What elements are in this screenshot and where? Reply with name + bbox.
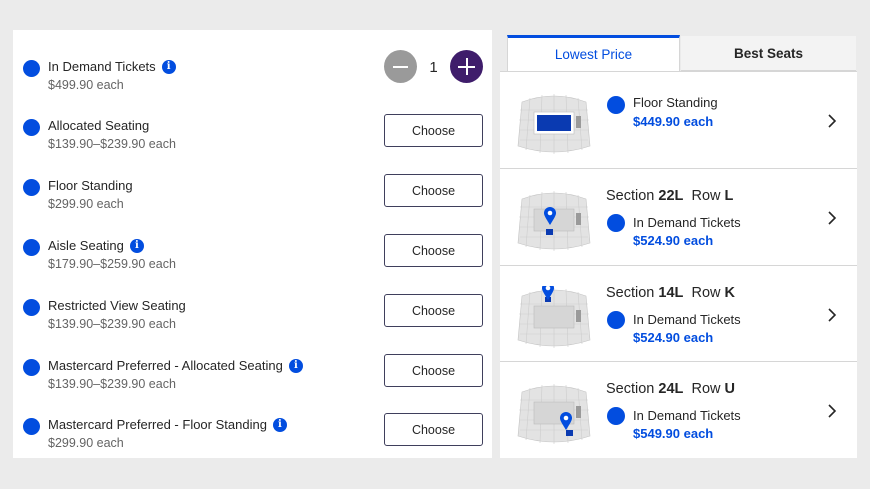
- ticket-price: $139.90–$239.90 each: [48, 377, 176, 391]
- row-word: Row: [691, 188, 721, 204]
- ticket-dot-icon: [23, 418, 40, 435]
- ticket-row-floor-standing: Floor Standing $299.90 each Choose: [13, 172, 492, 222]
- ticket-dot-icon: [607, 96, 625, 114]
- row-word: Row: [691, 285, 721, 301]
- section-value: 14L: [658, 285, 684, 301]
- listing-item[interactable]: Floor Standing $449.90 each: [500, 71, 857, 168]
- ticket-name: Restricted View Seating: [48, 298, 186, 313]
- seat-map-thumbnail: [517, 286, 591, 348]
- listing-section-row: Section 14L Row K: [606, 285, 735, 301]
- listing-item[interactable]: Section 24L Row U In Demand Tickets $549…: [500, 361, 857, 458]
- ticket-dot-icon: [23, 119, 40, 136]
- section-word: Section: [606, 381, 655, 397]
- ticket-dot-icon: [607, 407, 625, 425]
- ticket-row-in-demand: In Demand Tickets i $499.90 each 1: [13, 50, 492, 103]
- tab-lowest-price[interactable]: Lowest Price: [507, 35, 680, 71]
- listings-panel: Lowest Price Best Seats Floor Standing $…: [500, 30, 857, 458]
- section-value: 22L: [658, 188, 684, 204]
- chevron-right-icon: [828, 308, 837, 322]
- listing-section-row: Section 22L Row L: [606, 188, 733, 204]
- quantity-value: 1: [429, 59, 438, 76]
- ticket-types-panel: In Demand Tickets i $499.90 each 1 Alloc…: [13, 30, 492, 458]
- ticket-row-restricted-view: Restricted View Seating $139.90–$239.90 …: [13, 292, 492, 342]
- ticket-dot-icon: [23, 359, 40, 376]
- minus-icon: [393, 65, 408, 68]
- section-value: 24L: [658, 381, 684, 397]
- ticket-row-mastercard-floor: Mastercard Preferred - Floor Standing i …: [13, 411, 492, 461]
- listing-section-row: Section 24L Row U: [606, 381, 735, 397]
- listing-type: In Demand Tickets: [633, 312, 741, 327]
- ticket-price: $499.90 each: [48, 78, 124, 92]
- ticket-dot-icon: [23, 179, 40, 196]
- ticket-dot-icon: [23, 239, 40, 256]
- choose-button[interactable]: Choose: [384, 294, 483, 327]
- ticket-price: $299.90 each: [48, 197, 124, 211]
- ticket-price: $139.90–$239.90 each: [48, 137, 176, 151]
- ticket-dot-icon: [607, 214, 625, 232]
- seat-map-thumbnail: [517, 94, 591, 154]
- ticket-row-allocated-seating: Allocated Seating $139.90–$239.90 each C…: [13, 112, 492, 162]
- sort-tabs: Lowest Price Best Seats: [500, 30, 857, 71]
- ticket-name: Mastercard Preferred - Floor Standing: [48, 417, 267, 432]
- seat-map-thumbnail: [517, 384, 591, 444]
- floor-highlight: [537, 115, 571, 131]
- listing-item[interactable]: Section 14L Row K In Demand Tickets $524…: [500, 265, 857, 362]
- row-value: K: [724, 285, 735, 301]
- ticket-name: Allocated Seating: [48, 118, 150, 133]
- listing-type: In Demand Tickets: [633, 408, 741, 423]
- listing-price: $524.90 each: [633, 330, 714, 345]
- seat-map-thumbnail: [517, 191, 591, 251]
- listing-item[interactable]: Section 22L Row L In Demand Tickets $524…: [500, 168, 857, 265]
- choose-button[interactable]: Choose: [384, 354, 483, 387]
- ticket-price: $299.90 each: [48, 436, 124, 450]
- choose-button[interactable]: Choose: [384, 413, 483, 446]
- decrease-quantity-button[interactable]: [384, 50, 417, 83]
- ticket-row-aisle-seating: Aisle Seating i $179.90–$259.90 each Cho…: [13, 232, 492, 282]
- listing-type: In Demand Tickets: [633, 215, 741, 230]
- chevron-right-icon: [828, 114, 837, 128]
- ticket-price: $139.90–$239.90 each: [48, 317, 176, 331]
- row-value: U: [724, 381, 735, 397]
- info-icon[interactable]: i: [161, 59, 176, 74]
- info-icon[interactable]: i: [288, 358, 303, 373]
- listing-price: $449.90 each: [633, 114, 714, 129]
- row-value: L: [724, 188, 734, 204]
- chevron-right-icon: [828, 404, 837, 418]
- ticket-dot-icon: [607, 311, 625, 329]
- ticket-name: Floor Standing: [48, 178, 133, 193]
- ticket-price: $179.90–$259.90 each: [48, 257, 176, 271]
- listing-price: $549.90 each: [633, 426, 714, 441]
- choose-button[interactable]: Choose: [384, 174, 483, 207]
- row-word: Row: [691, 381, 721, 397]
- ticket-name: Aisle Seating: [48, 238, 124, 253]
- tab-best-seats[interactable]: Best Seats: [681, 36, 856, 71]
- section-word: Section: [606, 188, 655, 204]
- listing-type: Floor Standing: [633, 95, 718, 110]
- listing-price: $524.90 each: [633, 233, 714, 248]
- ticket-dot-icon: [23, 60, 40, 77]
- choose-button[interactable]: Choose: [384, 234, 483, 267]
- choose-button[interactable]: Choose: [384, 114, 483, 147]
- ticket-dot-icon: [23, 299, 40, 316]
- section-word: Section: [606, 285, 655, 301]
- chevron-right-icon: [828, 211, 837, 225]
- ticket-row-mastercard-allocated: Mastercard Preferred - Allocated Seating…: [13, 352, 492, 402]
- ticket-name: In Demand Tickets: [48, 59, 156, 74]
- info-icon[interactable]: i: [129, 238, 144, 253]
- info-icon[interactable]: i: [272, 417, 287, 432]
- ticket-name: Mastercard Preferred - Allocated Seating: [48, 358, 283, 373]
- increase-quantity-button[interactable]: [450, 50, 483, 83]
